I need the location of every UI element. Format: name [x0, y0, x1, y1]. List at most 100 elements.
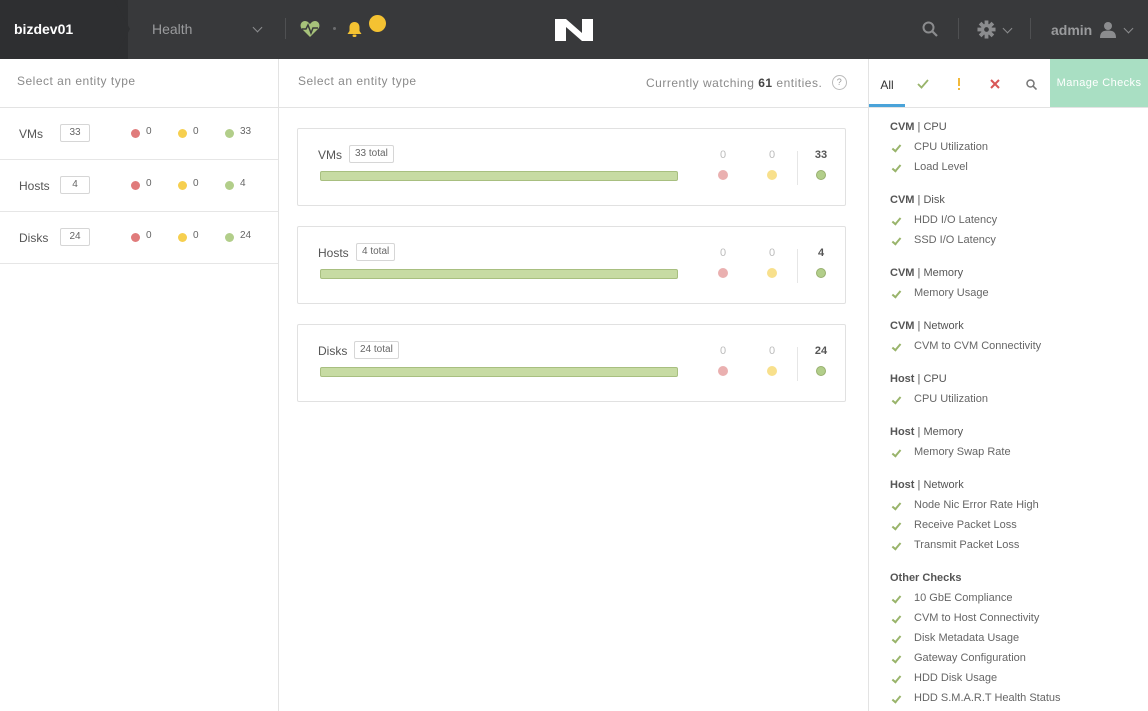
chevron-down-icon[interactable] [1002, 23, 1013, 34]
good-dot-icon [816, 366, 826, 376]
check-label: Transmit Packet Loss [914, 539, 1020, 551]
check-group-title: CVM | Disk [890, 194, 945, 206]
group-entity: CVM [890, 267, 915, 279]
check-group-title: CVM | Memory [890, 267, 963, 279]
check-group-title: Host | Memory [890, 426, 963, 438]
warning-count: 0 [193, 178, 199, 189]
health-nav-label[interactable]: Health [152, 0, 192, 59]
critical-dot-icon [131, 129, 140, 138]
check-label: 10 GbE Compliance [914, 592, 1013, 604]
card-title: Disks [318, 344, 348, 358]
user-icon[interactable] [1100, 21, 1116, 38]
check-label: CPU Utilization [914, 141, 988, 153]
divider [797, 249, 798, 283]
check-icon [891, 500, 902, 511]
good-dot-icon [225, 181, 234, 190]
critical-dot-icon [718, 366, 728, 376]
check-icon [891, 693, 902, 704]
tab-search[interactable] [1013, 59, 1049, 107]
good-count: 24 [240, 230, 252, 241]
good-dot-icon [225, 233, 234, 242]
warning-dot-icon [178, 233, 187, 242]
health-bar [320, 269, 678, 279]
entity-type-list: Select an entity type VMs 33 0 0 33 Host… [0, 59, 279, 711]
entity-card-vms[interactable]: VMs 33 total 0 0 33 [297, 128, 846, 206]
group-entity: CVM [890, 320, 915, 332]
good-dot-icon [225, 129, 234, 138]
check-label: CVM to CVM Connectivity [914, 340, 1042, 352]
group-type: Memory [923, 426, 964, 438]
good-count: 33 [240, 126, 252, 137]
check-label: Gateway Configuration [914, 652, 1026, 664]
check-icon [891, 593, 902, 604]
heartbeat-icon[interactable] [300, 20, 320, 38]
check-icon [891, 162, 902, 173]
watching-summary: Currently watching 61 entities. [646, 76, 822, 90]
middle-header-title: Select an entity type [298, 74, 417, 88]
warning-count: 0 [768, 149, 776, 161]
entity-row-hosts[interactable]: Hosts 4 0 0 4 [0, 160, 278, 212]
gear-icon[interactable] [977, 20, 996, 39]
entity-card-hosts[interactable]: Hosts 4 total 0 0 4 [297, 226, 846, 304]
critical-dot-icon [718, 170, 728, 180]
tab-passed[interactable] [905, 59, 941, 107]
critical-dot-icon [131, 233, 140, 242]
cluster-name[interactable]: bizdev01 [0, 0, 128, 59]
check-icon [891, 341, 902, 352]
divider [1030, 18, 1031, 39]
entity-name: VMs [19, 127, 43, 141]
left-header: Select an entity type [0, 59, 278, 108]
entity-count-badge: 4 [60, 176, 90, 194]
critical-count: 0 [146, 126, 152, 137]
entity-name: Hosts [19, 179, 50, 193]
divider [958, 18, 959, 39]
chevron-down-icon[interactable] [1123, 23, 1134, 34]
good-count: 24 [814, 345, 828, 357]
separator-dot [333, 27, 336, 30]
entity-row-disks[interactable]: Disks 24 0 0 24 [0, 212, 278, 264]
chevron-down-icon[interactable] [252, 22, 263, 33]
check-group-title: Other Checks [890, 572, 962, 584]
critical-count: 0 [146, 230, 152, 241]
watching-count: 61 [758, 76, 773, 90]
tab-all[interactable]: All [869, 59, 905, 107]
group-entity: Host [890, 373, 915, 385]
entity-row-vms[interactable]: VMs 33 0 0 33 [0, 108, 278, 160]
check-icon [891, 653, 902, 664]
entity-summary-panel: Select an entity type Currently watching… [279, 59, 869, 711]
check-label: Disk Metadata Usage [914, 632, 1020, 644]
divider [797, 347, 798, 381]
manage-checks-button[interactable]: Manage Checks [1050, 59, 1148, 107]
check-icon [891, 447, 902, 458]
exclamation-icon [958, 78, 960, 90]
check-label: CPU Utilization [914, 393, 988, 405]
group-type: CPU [923, 121, 947, 133]
group-type: Disk [923, 194, 945, 206]
group-entity: CVM [890, 194, 915, 206]
good-count: 4 [817, 247, 825, 259]
cluster-arrow [114, 0, 130, 58]
group-entity: Host [890, 426, 915, 438]
alert-badge[interactable] [369, 15, 386, 32]
check-label: Load Level [914, 161, 968, 173]
close-icon [990, 79, 1000, 89]
checks-panel: All Manage Checks CVM | CPU CPU Utilizat… [869, 59, 1148, 711]
entity-name: Disks [19, 231, 49, 245]
top-bar: bizdev01 Health admin [0, 0, 1148, 59]
search-icon[interactable] [922, 21, 938, 37]
entity-card-disks[interactable]: Disks 24 total 0 0 24 [297, 324, 846, 402]
user-name[interactable]: admin [1051, 0, 1092, 60]
good-count: 33 [814, 149, 828, 161]
bell-icon[interactable] [346, 21, 363, 38]
tab-critical[interactable] [977, 59, 1013, 107]
entity-count-badge: 33 [60, 124, 90, 142]
check-label: CVM to Host Connectivity [914, 612, 1040, 624]
check-icon [917, 79, 929, 89]
tab-warning[interactable] [941, 59, 977, 107]
watching-prefix: Currently watching [646, 76, 755, 90]
check-icon [891, 394, 902, 405]
check-label: Memory Swap Rate [914, 446, 1011, 458]
check-icon [891, 633, 902, 644]
check-icon [891, 142, 902, 153]
help-icon[interactable]: ? [832, 75, 847, 90]
